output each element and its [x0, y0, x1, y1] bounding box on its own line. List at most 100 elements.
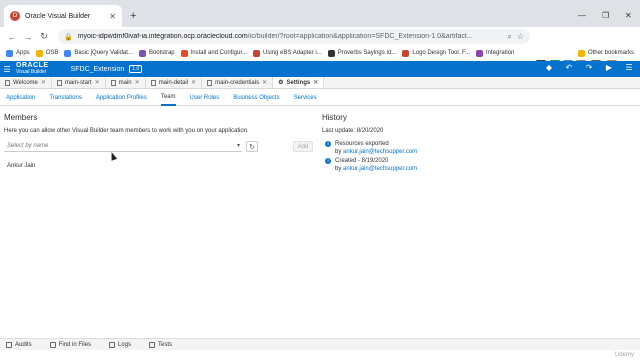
close-icon[interactable]: ✕ [95, 79, 100, 86]
settings-subtabs: Application Translations Application Profi… [0, 90, 640, 106]
bookmark-item[interactable]: Basic jQuery Validat... [64, 49, 133, 57]
search-icon[interactable]: ⌕ [507, 32, 511, 42]
add-member-button[interactable]: Add [293, 141, 313, 152]
footer-label: Tests [158, 341, 173, 348]
history-action: Created - 8/19/2020 [335, 158, 389, 164]
close-icon[interactable]: ✕ [135, 79, 140, 86]
bookmarks-bar: Apps OSB Basic jQuery Validat... Bootstrap I… [0, 46, 640, 60]
bookmark-item[interactable]: OSB [35, 49, 58, 57]
refresh-button[interactable]: ↻ [246, 141, 258, 152]
bookmark-item[interactable]: Proverbs Sayings Id... [327, 49, 397, 57]
browser-tab[interactable]: O Oracle Visual Builder ✕ [4, 5, 122, 27]
members-title: Members [4, 113, 38, 122]
browser-tab-title: Oracle Visual Builder [25, 12, 91, 20]
file-icon [5, 79, 10, 86]
close-icon[interactable]: ✕ [262, 79, 267, 86]
oracle-logo-icon: O [10, 11, 20, 21]
footer-label: Logs [118, 341, 132, 348]
file-icon [207, 79, 213, 86]
bookmark-icon [327, 49, 335, 57]
mouse-cursor-icon [108, 151, 118, 161]
footer-find-in-files[interactable]: Find in Files [49, 341, 91, 348]
editor-tab[interactable]: main ✕ [106, 77, 146, 88]
subtab-application-profiles[interactable]: Application Profiles [96, 90, 147, 106]
last-update: Last update: 8/20/2020 [322, 128, 384, 134]
vb-header: ☰ ORACLE Visual Builder SFDC_Extension 1… [0, 61, 640, 77]
subtab-services[interactable]: Services [294, 90, 317, 106]
subtab-application[interactable]: Application [6, 90, 35, 106]
editor-tab-label: main-credentials [215, 79, 260, 86]
footer-audits[interactable]: Audits [6, 341, 32, 348]
editor-tab-label: main-detail [158, 79, 189, 86]
chevron-down-icon[interactable]: ▾ [237, 142, 240, 149]
address-bar[interactable]: 🔒 myoic-idpwdmf0ivaf-ia.integration.ocp.… [58, 29, 530, 44]
gear-icon: ⚙ [278, 80, 284, 86]
url-host: myoic-idpwdmf0ivaf-ia.integration.ocp.or… [77, 33, 248, 40]
other-bookmarks-label: Other bookmarks [587, 50, 634, 56]
editor-tab[interactable]: main-detail ✕ [146, 77, 203, 88]
bookmark-item[interactable]: Install and Configur... [180, 49, 247, 57]
bookmark-item[interactable]: Integration [476, 49, 515, 57]
star-icon[interactable]: ☆ [517, 32, 524, 41]
find-in-files-icon [49, 341, 56, 348]
redo-icon[interactable]: ↷ [584, 63, 594, 72]
forward-icon[interactable]: → [20, 32, 36, 42]
file-icon [150, 79, 156, 86]
history-entry: i Resources exported by ankur.jain@techs… [325, 140, 417, 156]
bookmark-label: Apps [16, 50, 30, 56]
editor-tab[interactable]: main-credentials ✕ [202, 77, 274, 88]
version-badge: 1.0 [129, 65, 143, 73]
close-icon[interactable]: ✕ [191, 79, 196, 86]
bookmark-icon [35, 49, 43, 57]
browser-tab-strip: O Oracle Visual Builder ✕ + — ❐ ✕ [0, 0, 640, 27]
close-icon[interactable]: ✕ [313, 79, 318, 86]
close-tab-icon[interactable]: ✕ [109, 12, 116, 21]
editor-tab-label: Settings [286, 79, 311, 86]
hamburger-menu-icon[interactable]: ☰ [0, 65, 14, 74]
bookmark-label: Logo Design Tool. F... [412, 50, 471, 56]
editor-tab-label: main-start [64, 79, 92, 86]
other-bookmarks[interactable]: Other bookmarks [577, 46, 634, 60]
bookmark-label: Using eBS Adapter i... [263, 50, 322, 56]
bookmark-item[interactable]: Logo Design Tool. F... [402, 49, 471, 57]
close-icon[interactable]: ✕ [41, 79, 46, 86]
bookmark-icon [476, 49, 484, 57]
subtab-team[interactable]: Team [160, 90, 176, 106]
subtab-translations[interactable]: Translations [49, 90, 81, 106]
subtab-business-objects[interactable]: Business Objects [233, 90, 279, 106]
share-icon[interactable]: ◆ [544, 63, 554, 72]
bookmark-label: Proverbs Sayings Id... [337, 50, 397, 56]
undo-icon[interactable]: ↶ [564, 63, 574, 72]
history-user-link[interactable]: ankur.jain@techsupper.com [343, 149, 417, 155]
members-description: Here you can allow other Visual Builder … [4, 128, 249, 134]
maximize-icon[interactable]: ❐ [602, 11, 609, 20]
menu-icon[interactable]: ☰ [624, 63, 634, 72]
reload-icon[interactable]: ↻ [36, 31, 52, 42]
new-tab-icon[interactable]: + [130, 10, 136, 22]
app-name[interactable]: SFDC_Extension [71, 66, 125, 73]
editor-tab-label: main [118, 79, 132, 86]
editor-tab[interactable]: ⚙ Settings ✕ [273, 77, 325, 88]
editor-tab[interactable]: Welcome ✕ [0, 77, 52, 88]
history-user-link[interactable]: ankur.jain@techsupper.com [343, 166, 417, 172]
footer-logs[interactable]: Logs [109, 341, 132, 348]
audits-icon [6, 341, 12, 348]
back-icon[interactable]: ← [4, 32, 20, 42]
bookmark-icon [64, 49, 72, 57]
member-select[interactable]: Select by name ▾ [4, 141, 242, 152]
run-icon[interactable]: ▶ [604, 63, 614, 72]
editor-tab[interactable]: main-start ✕ [52, 77, 106, 88]
editor-tabs: Welcome ✕ main-start ✕ main ✕ main-detail ✕ main… [0, 77, 640, 89]
minimize-icon[interactable]: — [578, 11, 586, 20]
bookmark-icon [138, 49, 146, 57]
lock-icon: 🔒 [64, 33, 73, 41]
bookmark-label: Integration [486, 50, 515, 56]
bookmark-label: Basic jQuery Validat... [74, 50, 133, 56]
window-close-icon[interactable]: ✕ [625, 11, 632, 20]
subtab-user-roles[interactable]: User Roles [190, 90, 220, 106]
footer-tests[interactable]: Tests [149, 341, 173, 348]
bookmark-item[interactable]: Using eBS Adapter i... [253, 49, 322, 57]
bookmark-item[interactable]: Bootstrap [138, 49, 175, 57]
bookmark-item[interactable]: Apps [6, 49, 30, 57]
history-title: History [322, 113, 347, 122]
